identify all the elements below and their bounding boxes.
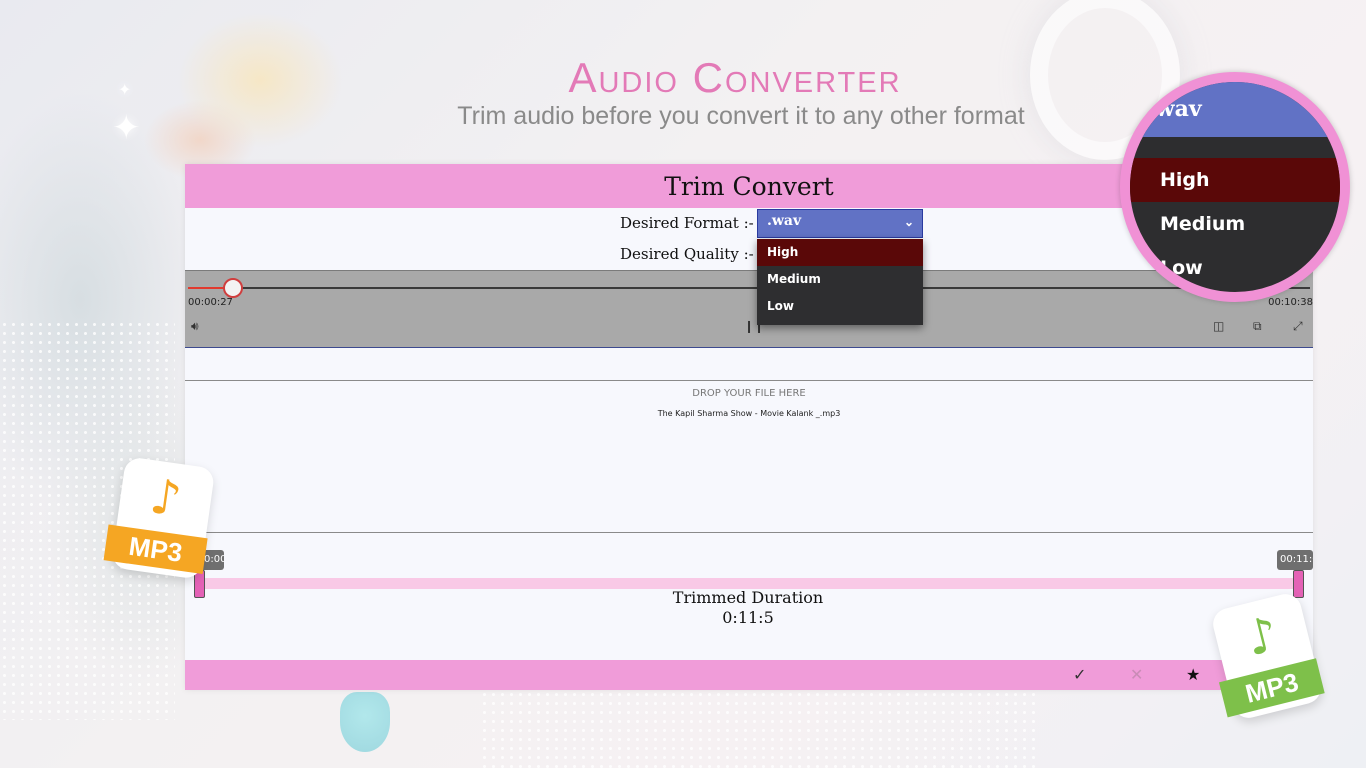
- zoom-callout: .wav High Medium Low: [1120, 72, 1350, 302]
- paint-drop-decoration: [340, 692, 390, 752]
- volume-icon[interactable]: 🔊︎: [191, 319, 199, 334]
- seek-handle[interactable]: [222, 278, 243, 298]
- panel-footer: ✓ ✕ ★: [185, 660, 1313, 690]
- drop-zone-top-divider: [185, 380, 1313, 381]
- drop-zone-hint[interactable]: DROP YOUR FILE HERE: [185, 388, 1313, 399]
- file-name: The Kapil Sharma Show - Movie Kalank _.m…: [657, 409, 841, 418]
- format-select[interactable]: .wav ⌄: [757, 209, 923, 238]
- trimmed-duration-value: 0:11:5: [722, 608, 774, 627]
- music-note-icon: ♪: [146, 468, 185, 529]
- favorite-button[interactable]: ★: [1186, 665, 1200, 684]
- trimmed-duration-label: Trimmed Duration: [672, 588, 824, 607]
- mp3-badge-left: ♪ MP3: [103, 456, 216, 580]
- zoom-option-low: Low: [1160, 257, 1203, 279]
- quality-option-medium[interactable]: Medium: [757, 266, 923, 293]
- quality-option-low[interactable]: Low: [757, 293, 923, 320]
- quality-label: Desired Quality :-: [620, 245, 754, 263]
- cast-icon[interactable]: ⧉: [1253, 319, 1262, 334]
- cancel-button[interactable]: ✕: [1130, 665, 1143, 684]
- compact-view-icon[interactable]: ◫: [1213, 319, 1224, 333]
- background-dots-bottom: [480, 690, 1040, 768]
- current-time: 00:00:27: [188, 297, 233, 308]
- format-label: Desired Format :-: [620, 214, 754, 232]
- fullscreen-icon[interactable]: ⤢: [1293, 319, 1303, 334]
- trimmed-duration: Trimmed Duration 0:11:5: [185, 588, 1311, 628]
- zoom-format-value: .wav: [1130, 82, 1340, 137]
- mp3-label-left: MP3: [103, 524, 208, 575]
- trim-end-tooltip: 00:11:0: [1277, 550, 1313, 570]
- total-time: 00:10:38: [1268, 297, 1313, 308]
- zoom-option-high: High: [1130, 158, 1340, 202]
- format-select-value: .wav: [767, 213, 802, 229]
- quality-dropdown: High Medium Low: [757, 239, 923, 325]
- quality-option-high[interactable]: High: [757, 239, 923, 266]
- accept-button[interactable]: ✓: [1073, 665, 1086, 684]
- drop-zone-bottom-divider: [205, 532, 1313, 533]
- chevron-down-icon: ⌄: [903, 215, 914, 229]
- panel-title: Trim Convert: [664, 171, 834, 201]
- zoom-option-medium: Medium: [1160, 213, 1246, 235]
